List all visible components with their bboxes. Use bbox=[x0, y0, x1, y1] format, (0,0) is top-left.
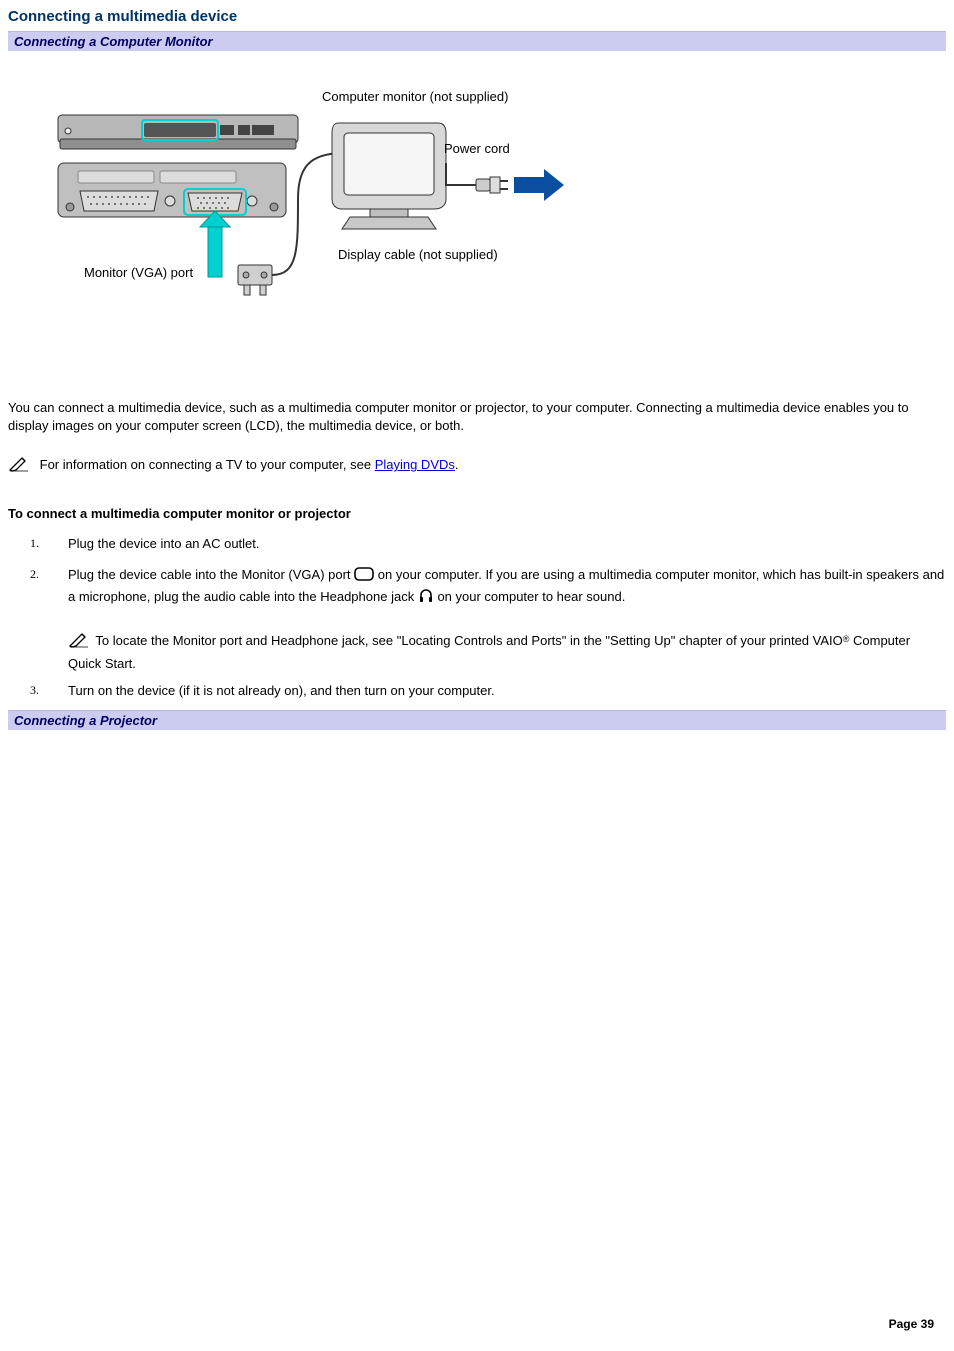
steps-list: 1. Plug the device into an AC outlet. 2.… bbox=[8, 529, 946, 706]
note-text-prefix: For information on connecting a TV to yo… bbox=[40, 457, 375, 472]
step-1-text: Plug the device into an AC outlet. bbox=[68, 536, 260, 551]
step-2-text-c: on your computer to hear sound. bbox=[437, 589, 625, 604]
page-title: Connecting a multimedia device bbox=[8, 8, 946, 25]
link-playing-dvds[interactable]: Playing DVDs bbox=[375, 457, 455, 472]
step-2-note-a: To locate the Monitor port and Headphone… bbox=[92, 633, 843, 648]
vga-port-icon bbox=[354, 567, 374, 588]
steps-heading: To connect a multimedia computer monitor… bbox=[8, 506, 946, 521]
diagram-label-vga: Monitor (VGA) port bbox=[84, 265, 193, 280]
step-number: 2. bbox=[30, 566, 39, 583]
diagram-label-monitor: Computer monitor (not supplied) bbox=[322, 89, 508, 104]
section-heading-projector: Connecting a Projector bbox=[8, 710, 946, 730]
diagram-svg bbox=[48, 89, 608, 349]
step-number: 1. bbox=[30, 535, 39, 552]
diagram-label-display: Display cable (not supplied) bbox=[338, 247, 498, 262]
note-icon bbox=[8, 457, 30, 476]
connection-diagram: Computer monitor (not supplied) Power co… bbox=[48, 89, 608, 349]
intro-paragraph: You can connect a multimedia device, suc… bbox=[8, 399, 946, 435]
diagram-label-power: Power cord bbox=[444, 141, 510, 156]
page-number: Page 39 bbox=[889, 1317, 934, 1331]
note-tv-info: For information on connecting a TV to yo… bbox=[8, 457, 946, 476]
step-3-text: Turn on the device (if it is not already… bbox=[68, 683, 495, 698]
note-icon bbox=[68, 633, 90, 655]
step-3: 3. Turn on the device (if it is not alre… bbox=[8, 676, 946, 707]
step-2: 2. Plug the device cable into the Monito… bbox=[8, 560, 946, 675]
headphone-icon bbox=[418, 588, 434, 610]
section-heading-monitor: Connecting a Computer Monitor bbox=[8, 31, 946, 51]
step-2-note: To locate the Monitor port and Headphone… bbox=[68, 632, 946, 674]
step-2-text-a: Plug the device cable into the Monitor (… bbox=[68, 567, 354, 582]
note-text-suffix: . bbox=[455, 457, 459, 472]
step-number: 3. bbox=[30, 682, 39, 699]
step-1: 1. Plug the device into an AC outlet. bbox=[8, 529, 946, 560]
